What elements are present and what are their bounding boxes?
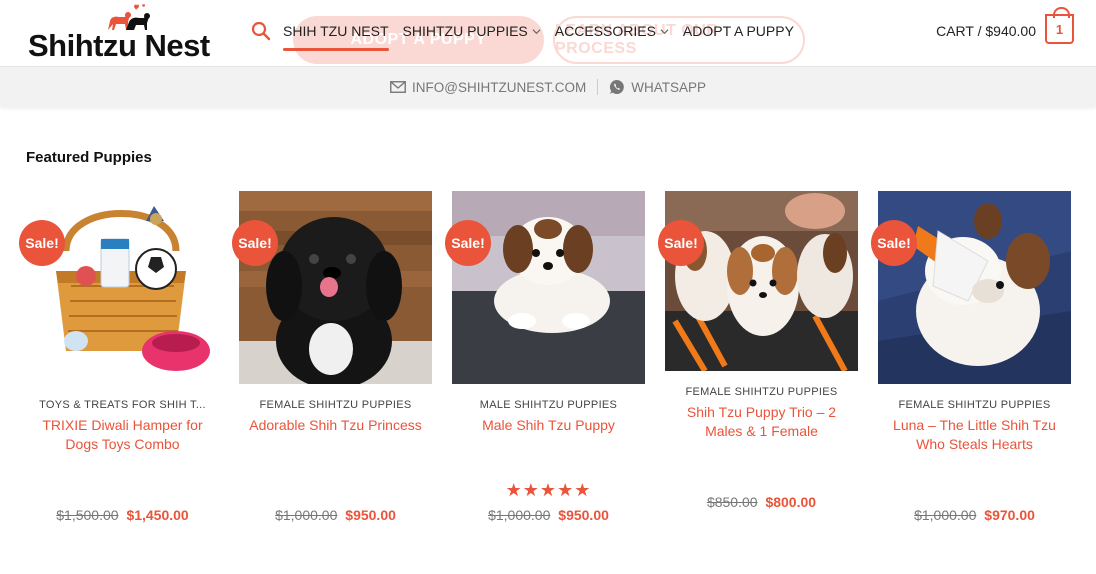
sale-badge: Sale!: [871, 220, 917, 266]
hamper-basket-image: [26, 191, 219, 384]
product-title[interactable]: Luna – The Little Shih Tzu Who Steals He…: [878, 416, 1071, 454]
sale-price: $950.00: [345, 507, 396, 523]
product-category[interactable]: FEMALE SHIHTZU PUPPIES: [239, 399, 432, 411]
nav-item-label: ADOPT A PUPPY: [682, 23, 794, 39]
email-link[interactable]: INFO@SHIHTZUNEST.COM: [390, 80, 586, 95]
sale-price: $970.00: [984, 507, 1035, 523]
product-price: $850.00 $800.00: [665, 494, 858, 510]
nav-item-shih-tzu-nest[interactable]: SHIH TZU NEST: [283, 23, 389, 51]
sale-price: $950.00: [558, 507, 609, 523]
product-image[interactable]: [26, 191, 219, 384]
contact-bar: INFO@SHIHTZUNEST.COM WHATSAPP: [0, 67, 1096, 107]
product-title[interactable]: TRIXIE Diwali Hamper for Dogs Toys Combo: [26, 416, 219, 454]
product-card[interactable]: Sale! MALE SHIHTZU PUPPIES Male Shih Tzu…: [445, 191, 645, 523]
original-price: $1,000.00: [914, 507, 977, 523]
original-price: $1,500.00: [56, 507, 119, 523]
site-header: Shihtzu Nest SHIH TZU NEST SHIHTZU PUPPI…: [0, 0, 1096, 67]
star-icon: ★: [505, 480, 523, 500]
product-image[interactable]: [452, 191, 645, 384]
sale-badge: Sale!: [19, 220, 65, 266]
product-image[interactable]: [665, 191, 858, 371]
product-title[interactable]: Male Shih Tzu Puppy: [452, 416, 645, 435]
product-title[interactable]: Shih Tzu Puppy Trio – 2 Males & 1 Female: [665, 403, 858, 441]
product-category[interactable]: FEMALE SHIHTZU PUPPIES: [665, 386, 858, 398]
sale-badge: Sale!: [445, 220, 491, 266]
cart-link[interactable]: CART / $940.00: [936, 23, 1036, 39]
white-brown-puppy-image: [452, 191, 645, 384]
product-image[interactable]: [878, 191, 1071, 384]
product-title[interactable]: Adorable Shih Tzu Princess: [239, 416, 432, 435]
product-card[interactable]: Sale! FEMALE SHIHTZU PUPPIES Shih Tzu Pu…: [658, 191, 858, 510]
star-icon: ★: [557, 480, 575, 500]
site-logo[interactable]: Shihtzu Nest: [28, 4, 223, 64]
nav-item-shihtzu-puppies[interactable]: SHIHTZU PUPPIES: [403, 23, 541, 39]
logo-text: Shihtzu Nest: [28, 28, 210, 63]
original-price: $850.00: [706, 494, 758, 510]
luna-puppy-image: [878, 191, 1071, 384]
product-card[interactable]: Sale! FEMALE SHIHTZU PUPPIES Luna – The …: [871, 191, 1071, 523]
cart-count-badge[interactable]: 1: [1045, 7, 1074, 44]
product-price: $1,000.00 $970.00: [878, 507, 1071, 523]
search-icon[interactable]: [251, 21, 271, 41]
nav-item-adopt-a-puppy[interactable]: ADOPT A PUPPY: [683, 23, 794, 39]
chevron-down-icon: [532, 28, 541, 34]
nav-item-label: ACCESSORIES: [554, 23, 656, 39]
three-puppies-image: [665, 191, 858, 371]
product-price: $1,000.00 $950.00: [452, 507, 645, 523]
product-category[interactable]: TOYS & TREATS FOR SHIH T...: [26, 399, 219, 411]
sale-badge: Sale!: [232, 220, 278, 266]
product-card[interactable]: Sale! TOYS & TREATS FOR SHIH T... TRIXIE…: [19, 191, 219, 523]
sale-price: $800.00: [765, 494, 817, 510]
main-navigation: SHIH TZU NEST SHIHTZU PUPPIES ACCESSORIE…: [283, 21, 808, 51]
divider: [597, 79, 599, 95]
email-text: INFO@SHIHTZUNEST.COM: [412, 79, 587, 95]
star-icon: ★: [522, 480, 540, 500]
whatsapp-text: WHATSAPP: [631, 79, 706, 95]
product-price: $1,000.00 $950.00: [239, 507, 432, 523]
original-price: $1,000.00: [488, 507, 551, 523]
sale-price: $1,450.00: [126, 507, 189, 523]
whatsapp-link[interactable]: WHATSAPP: [609, 79, 706, 95]
product-price: $1,500.00 $1,450.00: [26, 507, 219, 523]
original-price: $1,000.00: [275, 507, 338, 523]
sale-badge: Sale!: [658, 220, 704, 266]
star-rating: ★★★★★: [452, 480, 645, 501]
product-category[interactable]: MALE SHIHTZU PUPPIES: [452, 399, 645, 411]
envelope-icon: [390, 81, 406, 93]
featured-puppies-heading: Featured Puppies: [26, 149, 152, 166]
nav-item-label: SHIHTZU PUPPIES: [402, 23, 528, 39]
black-puppy-image: [239, 191, 432, 384]
product-image[interactable]: [239, 191, 432, 384]
nav-item-label: SHIH TZU NEST: [283, 23, 389, 39]
star-icon: ★: [539, 480, 558, 500]
nav-item-accessories[interactable]: ACCESSORIES: [555, 23, 669, 39]
product-card[interactable]: Sale! FEMALE SHIHTZU PUPPIES Adorable Sh…: [232, 191, 432, 523]
whatsapp-icon: [610, 79, 625, 94]
star-icon: ★: [574, 480, 592, 500]
chevron-down-icon: [660, 28, 669, 34]
product-category[interactable]: FEMALE SHIHTZU PUPPIES: [878, 399, 1071, 411]
